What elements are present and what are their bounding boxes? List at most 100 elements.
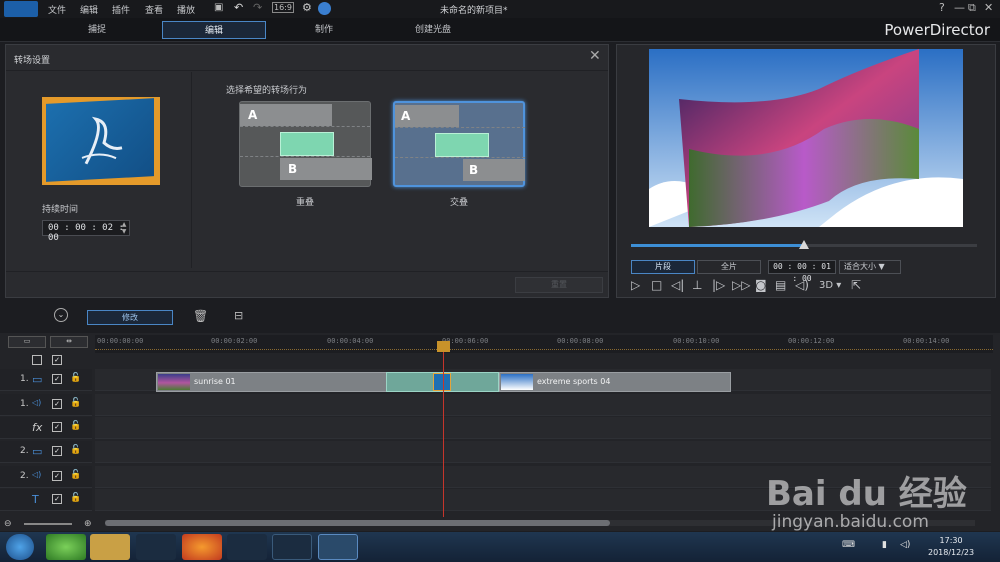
menu-file[interactable]: 文件 xyxy=(48,3,66,16)
clip-extreme-sports[interactable]: extreme sports 04 xyxy=(499,372,731,392)
tab-produce[interactable]: 制作 xyxy=(272,21,376,39)
subtitle-icon[interactable]: ▤ xyxy=(775,278,786,292)
collapse-icon[interactable]: ⌄ xyxy=(54,308,68,322)
qq-icon[interactable] xyxy=(136,534,176,560)
audio-track-1[interactable] xyxy=(95,394,991,416)
video-track-2[interactable] xyxy=(95,441,991,463)
play-icon[interactable]: ▷ xyxy=(631,278,640,292)
clip-thumbnail xyxy=(501,374,533,390)
transition-behavior-label: 选择希望的转场行为 xyxy=(226,86,308,96)
lock-icon[interactable]: 🔓 xyxy=(70,493,81,503)
firefox-icon[interactable] xyxy=(182,534,222,560)
keyboard-icon[interactable]: ⌨ xyxy=(842,540,855,550)
aspect-ratio-icon[interactable]: 16:9 xyxy=(272,2,294,13)
zoom-out-icon[interactable]: ⊖ xyxy=(4,519,12,529)
zoom-in-icon[interactable]: ⊕ xyxy=(84,519,92,529)
preview-screen[interactable] xyxy=(649,49,963,227)
ruler-tick-label: 00:00:12:00 xyxy=(788,337,835,345)
preview-timecode[interactable]: 00 : 00 : 01 : 00 xyxy=(768,260,836,283)
help-button[interactable]: ? xyxy=(939,1,945,14)
network-icon[interactable]: ▮ xyxy=(882,540,887,550)
file-explorer-icon[interactable] xyxy=(90,534,130,560)
duration-value[interactable]: 00 : 00 : 02 : 00 xyxy=(48,223,129,243)
zoom-fit-dropdown[interactable]: 适合大小 ▼ xyxy=(839,260,901,274)
scrollbar-thumb[interactable] xyxy=(105,520,610,526)
undock-icon[interactable]: ⇱ xyxy=(851,278,861,292)
playhead-handle[interactable] xyxy=(437,341,450,352)
volume-icon[interactable]: ◁) xyxy=(795,278,809,292)
chevron-down-icon: ▼ xyxy=(878,262,885,271)
minimize-button[interactable]: — xyxy=(954,1,965,14)
lock-icon[interactable]: 🔓 xyxy=(70,373,81,383)
duration-spinner[interactable]: ▲ ▼ xyxy=(119,221,129,235)
track-enable-checkbox[interactable]: ✓ xyxy=(52,471,62,481)
tab-capture[interactable]: 捕捉 xyxy=(45,21,149,39)
playhead-line[interactable] xyxy=(443,347,444,517)
menu-edit[interactable]: 编辑 xyxy=(80,3,98,16)
stop-icon[interactable]: □ xyxy=(651,278,662,292)
delete-trash-icon[interactable]: 🗑 xyxy=(193,309,208,323)
close-window-button[interactable]: ✕ xyxy=(984,1,993,14)
storyboard-view-icon[interactable]: ⇹ xyxy=(50,336,88,348)
cross-option-card[interactable]: A B xyxy=(393,101,525,187)
lock-icon[interactable]: 🔓 xyxy=(70,421,81,431)
timeline-ruler[interactable]: 00:00:00:00 00:00:02:00 00:00:04:00 00:0… xyxy=(95,335,993,353)
menu-view[interactable]: 查看 xyxy=(145,3,163,16)
next-frame-icon[interactable]: |▷ xyxy=(712,278,725,292)
tools-icon[interactable]: ⊟ xyxy=(234,309,243,322)
video-track-icon: ▭ xyxy=(32,373,43,386)
zoom-slider[interactable] xyxy=(24,523,72,525)
mode-tabs: 捕捉 编辑 制作 创建光盘 PowerDirector xyxy=(0,18,1000,42)
redo-icon[interactable]: ↷ xyxy=(253,1,262,14)
watermark-url: jingyan.baidu.com xyxy=(772,512,929,532)
tab-edit[interactable]: 编辑 xyxy=(162,21,266,39)
close-icon[interactable]: ✕ xyxy=(589,48,601,64)
clip-mode-button[interactable]: 片段 xyxy=(631,260,695,274)
recorder-icon[interactable] xyxy=(272,534,312,560)
all-tracks-checkbox[interactable]: ✓ xyxy=(52,355,62,365)
powerdirector-taskbar-icon[interactable] xyxy=(318,534,358,560)
snapshot-icon[interactable]: ◙ xyxy=(755,278,767,292)
reset-button[interactable]: 重置 xyxy=(515,277,603,293)
menu-plugins[interactable]: 插件 xyxy=(112,3,130,16)
video-track-1[interactable]: sunrise 01 extreme sports 04 xyxy=(95,369,991,392)
fx-track[interactable] xyxy=(95,417,991,439)
upgrade-badge-icon[interactable] xyxy=(318,2,331,15)
transition-settings-panel: 转场设置 ✕ 持续时间 00 : 00 : 02 : 00 ▲ ▼ 选择希望的转场… xyxy=(5,44,609,298)
fast-forward-icon[interactable]: ▷▷ xyxy=(732,278,750,292)
duration-input[interactable]: 00 : 00 : 02 : 00 ▲ ▼ xyxy=(42,220,130,243)
system-clock[interactable]: 17:30 2018/12/23 xyxy=(928,535,974,559)
scrubber-handle[interactable] xyxy=(799,240,809,249)
lock-icon[interactable]: 🔓 xyxy=(70,445,81,455)
track-enable-checkbox[interactable]: ✓ xyxy=(52,446,62,456)
track-header-checkbox[interactable] xyxy=(32,355,42,365)
track-enable-checkbox[interactable]: ✓ xyxy=(52,422,62,432)
start-button-icon[interactable] xyxy=(6,534,34,560)
3d-mode-button[interactable]: 3D ▾ xyxy=(819,280,841,291)
settings-gear-icon[interactable]: ⚙ xyxy=(302,1,312,14)
movie-mode-button[interactable]: 全片 xyxy=(697,260,761,274)
media-app-icon[interactable] xyxy=(227,534,267,560)
divider xyxy=(240,126,370,127)
ruler-tick-label: 00:00:10:00 xyxy=(673,337,720,345)
modify-button[interactable]: 修改 xyxy=(87,310,173,325)
tab-create-disc[interactable]: 创建光盘 xyxy=(381,21,485,39)
menu-bar: 文件 编辑 插件 查看 播放 ▣ ↶ ↷ 16:9 ⚙ 未命名的新项目* ? —… xyxy=(0,0,1000,18)
track-enable-checkbox[interactable]: ✓ xyxy=(52,399,62,409)
mark-icon[interactable]: ⊥ xyxy=(692,278,702,292)
overlap-option-card[interactable]: A B xyxy=(239,101,372,187)
menu-play[interactable]: 播放 xyxy=(177,3,195,16)
previous-frame-icon[interactable]: ◁| xyxy=(671,278,684,292)
track-number: 2. xyxy=(20,471,29,481)
preview-scrubber[interactable] xyxy=(631,240,977,249)
track-enable-checkbox[interactable]: ✓ xyxy=(52,374,62,384)
browser-icon[interactable] xyxy=(46,534,86,560)
undo-icon[interactable]: ↶ xyxy=(234,1,243,14)
timeline-view-icon[interactable]: ▭ xyxy=(8,336,46,348)
restore-button[interactable]: ⧉ xyxy=(968,1,976,15)
save-icon[interactable]: ▣ xyxy=(214,2,223,13)
volume-tray-icon[interactable]: ◁) xyxy=(900,540,910,550)
lock-icon[interactable]: 🔓 xyxy=(70,470,81,480)
lock-icon[interactable]: 🔓 xyxy=(70,398,81,408)
track-enable-checkbox[interactable]: ✓ xyxy=(52,494,62,504)
